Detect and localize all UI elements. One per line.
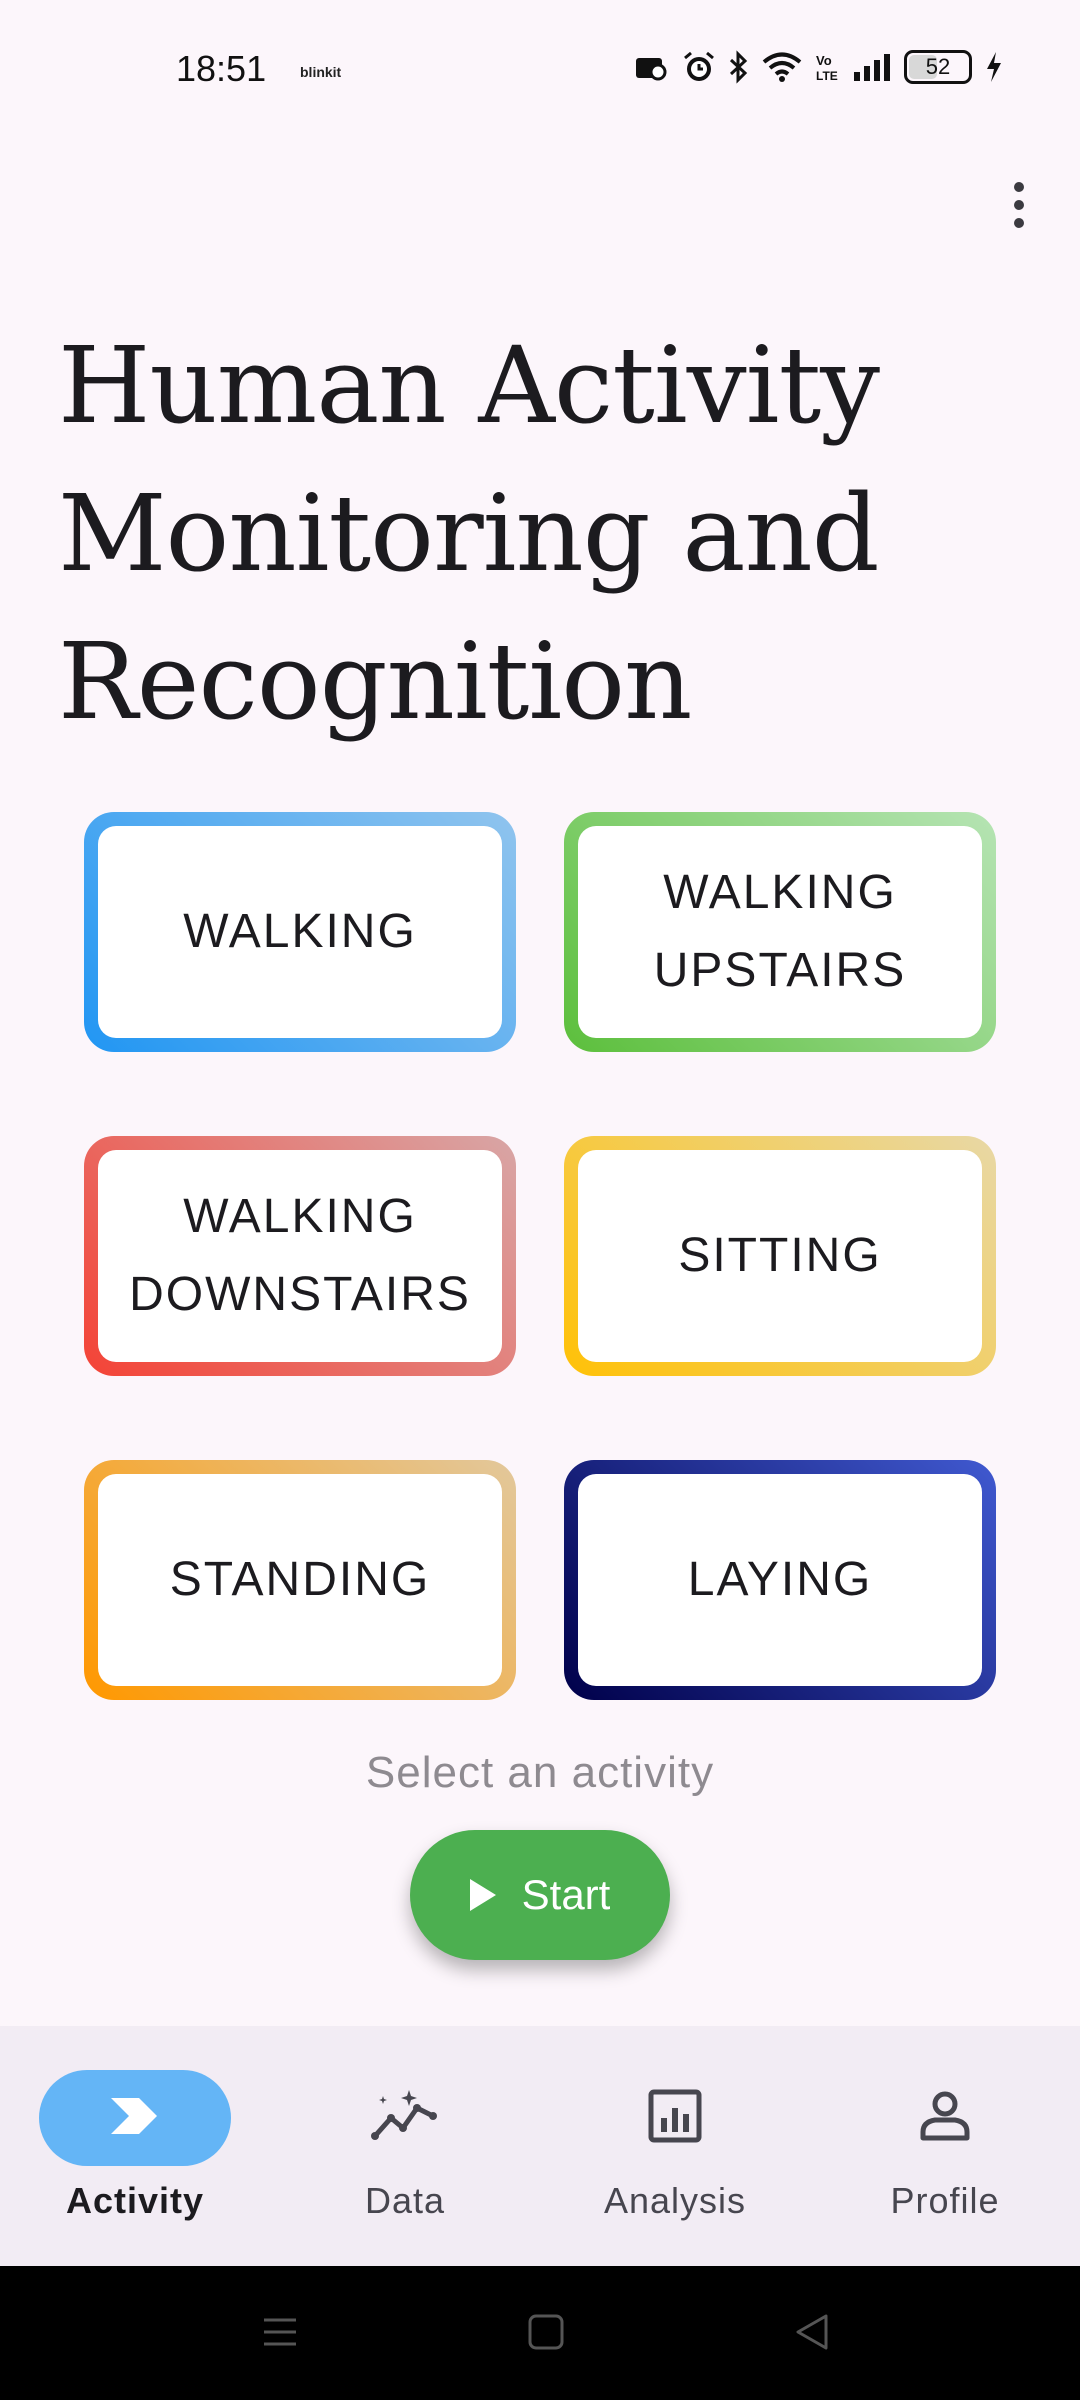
data-chart-icon xyxy=(369,2088,441,2149)
person-icon xyxy=(917,2088,973,2149)
svg-text:LTE: LTE xyxy=(816,69,838,83)
nav-label: Activity xyxy=(65,2180,205,2221)
activity-label: WALKING UPSTAIRS xyxy=(578,826,982,1038)
system-navigation-bar xyxy=(0,2266,1080,2400)
back-icon[interactable] xyxy=(792,2312,832,2357)
activity-label: STANDING xyxy=(98,1474,502,1686)
menu-dot xyxy=(1014,200,1024,210)
nav-item-data[interactable]: Data xyxy=(270,2026,540,2266)
select-activity-hint: Select an activity xyxy=(365,1748,715,1797)
volte-icon: Vo LTE xyxy=(814,51,840,83)
start-button[interactable]: Start xyxy=(410,1830,670,1960)
activity-label: LAYING xyxy=(578,1474,982,1686)
activity-grid: WALKING WALKING UPSTAIRS WALKING DOWNSTA… xyxy=(84,812,996,1700)
activity-label: WALKING xyxy=(98,826,502,1038)
activity-label: SITTING xyxy=(578,1150,982,1362)
analysis-bar-chart-icon xyxy=(647,2088,703,2149)
menu-dot xyxy=(1014,218,1024,228)
status-bar: 18:51 blinkit Vo LTE 52 xyxy=(0,0,1080,140)
activity-button-sitting[interactable]: SITTING xyxy=(564,1136,996,1376)
play-icon xyxy=(469,1879,496,1911)
nav-item-analysis[interactable]: Analysis xyxy=(540,2026,810,2266)
home-icon[interactable] xyxy=(526,2312,566,2357)
charging-bolt-icon xyxy=(984,50,1004,84)
nav-indicator xyxy=(579,2070,771,2166)
nav-label: Profile xyxy=(890,2180,1000,2221)
nav-label: Data xyxy=(364,2180,446,2221)
nav-indicator xyxy=(39,2070,231,2166)
activity-chevron-icon xyxy=(109,2096,161,2141)
menu-icon[interactable] xyxy=(260,2312,300,2357)
nav-item-profile[interactable]: Profile xyxy=(810,2026,1080,2266)
signal-icon xyxy=(852,52,892,82)
battery-percent: 52 xyxy=(925,54,951,79)
bluetooth-icon xyxy=(728,50,750,84)
activity-button-walking[interactable]: WALKING xyxy=(84,812,516,1052)
bottom-navigation: Activity Data Analysis Profile xyxy=(0,2026,1080,2266)
svg-text:Vo: Vo xyxy=(816,53,832,68)
nav-indicator xyxy=(849,2070,1041,2166)
nav-label: Analysis xyxy=(603,2180,747,2221)
battery-indicator: 52 xyxy=(904,50,972,84)
camera-notification-icon xyxy=(634,52,670,82)
status-icons: Vo LTE 52 xyxy=(634,50,1004,84)
status-time: 18:51 xyxy=(176,48,267,89)
activity-button-laying[interactable]: LAYING xyxy=(564,1460,996,1700)
more-vert-icon[interactable] xyxy=(994,170,1044,240)
start-label: Start xyxy=(521,1871,611,1918)
nav-indicator xyxy=(309,2070,501,2166)
alarm-icon xyxy=(682,50,716,84)
activity-button-standing[interactable]: STANDING xyxy=(84,1460,516,1700)
page-title: Human Activity Monitoring and Recognitio… xyxy=(58,324,880,743)
activity-label: WALKING DOWNSTAIRS xyxy=(98,1150,502,1362)
activity-button-walking-upstairs[interactable]: WALKING UPSTAIRS xyxy=(564,812,996,1052)
status-app-label: blinkit xyxy=(300,64,342,80)
nav-item-activity[interactable]: Activity xyxy=(0,2026,270,2266)
menu-dot xyxy=(1014,182,1024,192)
wifi-icon xyxy=(762,51,802,83)
activity-button-walking-downstairs[interactable]: WALKING DOWNSTAIRS xyxy=(84,1136,516,1376)
